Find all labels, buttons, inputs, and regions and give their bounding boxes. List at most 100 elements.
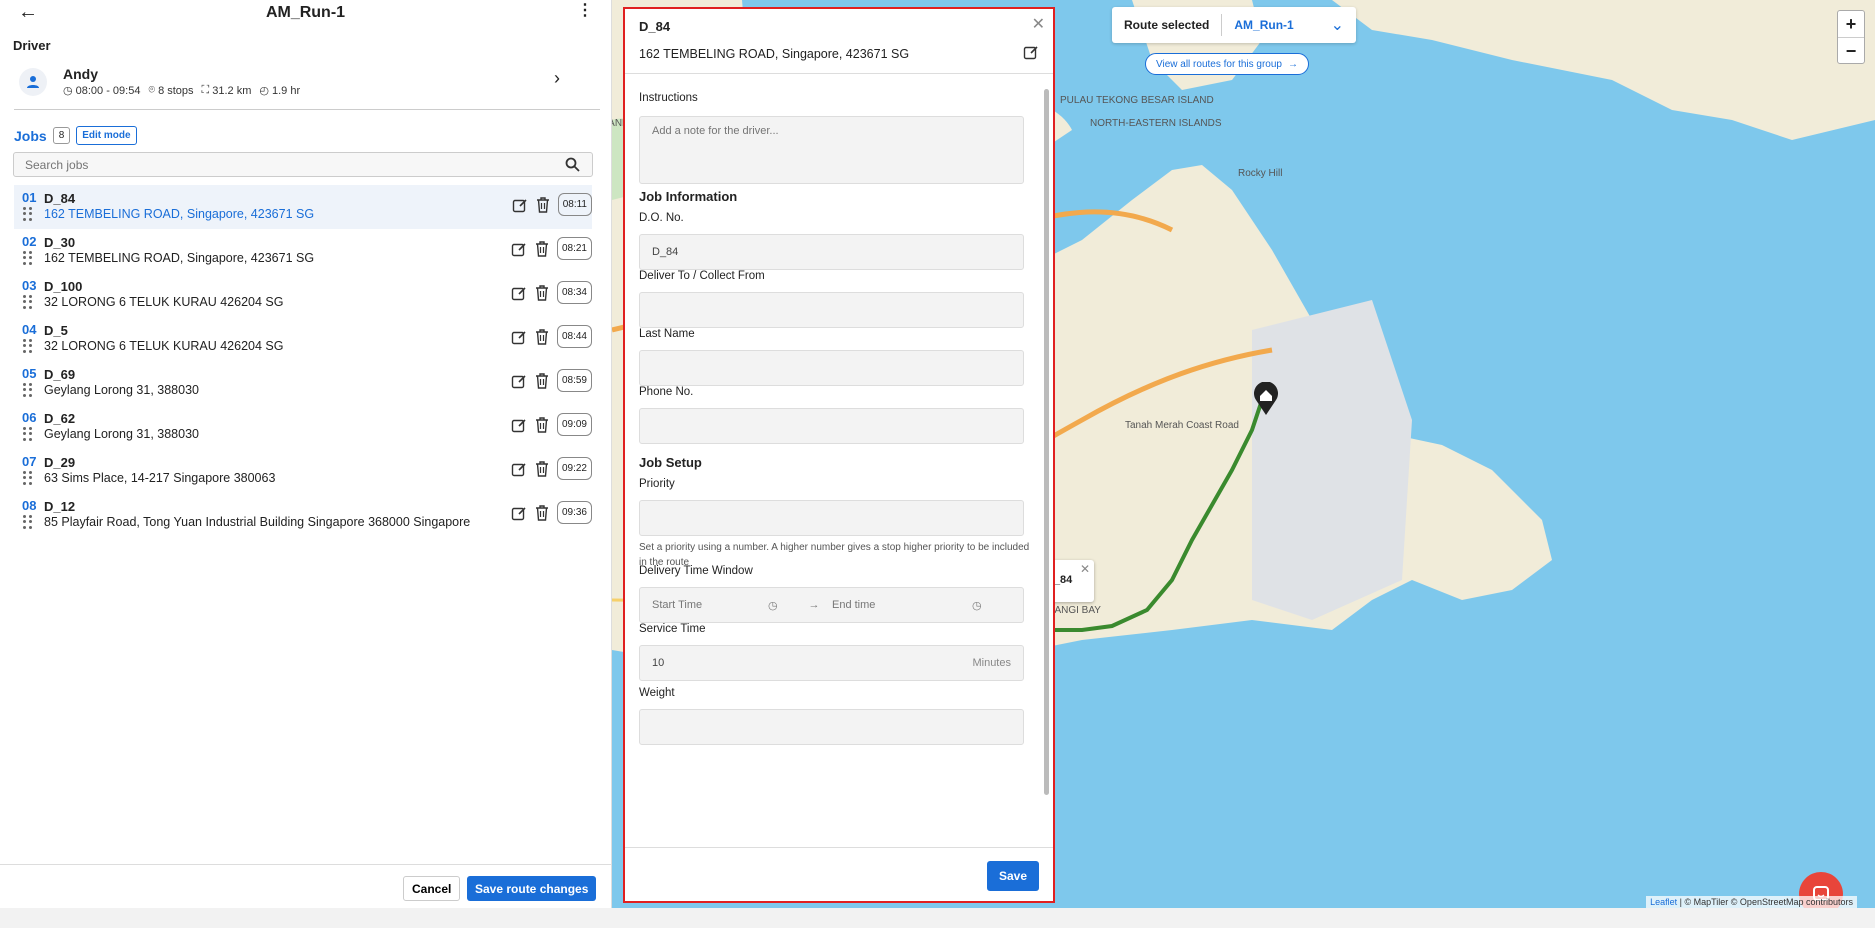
last-name-field[interactable]	[639, 350, 1024, 386]
weight-field[interactable]	[639, 709, 1024, 745]
job-information-heading: Job Information	[639, 189, 738, 204]
drag-handle-icon[interactable]	[23, 383, 33, 397]
instructions-field[interactable]	[639, 116, 1024, 185]
zoom-control: + −	[1837, 10, 1865, 64]
chevron-down-icon[interactable]: ⌄	[1331, 15, 1356, 35]
app-root: ← AM_Run-1 ⋮ Driver Andy ◷ 08:00 - 09:54 …	[0, 0, 1875, 928]
home-marker-icon[interactable]	[1253, 382, 1279, 416]
time-window-field[interactable]: Start Time ◷ → End time ◷	[639, 587, 1024, 623]
job-number: 06	[22, 410, 37, 425]
clock-icon: ◷	[972, 599, 982, 612]
instructions-label: Instructions	[639, 92, 698, 104]
job-row[interactable]: 02 D_30 162 TEMBELING ROAD, Singapore, 423…	[14, 229, 592, 273]
save-button[interactable]: Save	[986, 861, 1039, 891]
job-name: D_84	[44, 191, 76, 206]
service-time-value: 10	[652, 657, 665, 669]
trash-icon[interactable]	[536, 196, 550, 213]
deliver-to-field[interactable]	[639, 292, 1024, 328]
map-label-rocky-hill: Rocky Hill	[1238, 168, 1283, 179]
edit-icon[interactable]	[511, 329, 527, 345]
search-input[interactable]	[14, 153, 554, 176]
drag-handle-icon[interactable]	[23, 295, 33, 309]
job-time: 08:59	[556, 369, 592, 392]
do-number-field[interactable]: D_84	[639, 234, 1024, 270]
job-list: 01 D_84 162 TEMBELING ROAD, Singapore, 423…	[14, 185, 592, 537]
phone-field[interactable]	[639, 408, 1024, 444]
more-menu-icon[interactable]: ⋮	[577, 3, 593, 19]
driver-distance: ⛶ 31.2 km	[202, 84, 252, 97]
zoom-in-button[interactable]: +	[1838, 11, 1864, 37]
drag-handle-icon[interactable]	[23, 515, 33, 529]
job-row[interactable]: 05 D_69 Geylang Lorong 31, 388030 08:59	[14, 361, 592, 405]
cancel-button[interactable]: Cancel	[403, 876, 461, 901]
save-route-changes-button[interactable]: Save route changes	[467, 876, 597, 901]
edit-mode-button[interactable]: Edit mode	[76, 126, 137, 145]
trash-icon[interactable]	[535, 504, 549, 521]
jobs-header: Jobs 8 Edit mode	[14, 126, 137, 145]
trash-icon[interactable]	[535, 460, 549, 477]
edit-icon[interactable]	[512, 197, 528, 213]
job-actions: 08:59	[511, 369, 592, 392]
form-scrollbar[interactable]	[1044, 89, 1049, 795]
job-number: 03	[22, 278, 37, 293]
distance-icon: ⛶	[201, 84, 210, 96]
job-time: 09:09	[556, 413, 592, 436]
edit-icon[interactable]	[511, 461, 527, 477]
route-selector[interactable]: Route selected AM_Run-1 ⌄	[1112, 7, 1356, 43]
priority-field[interactable]	[639, 500, 1024, 536]
job-detail-footer: Save	[625, 847, 1053, 903]
job-detail-address: 162 TEMBELING ROAD, Singapore, 423671 SG	[639, 47, 910, 61]
map-label-pulau-tekong: PULAU TEKONG BESAR ISLAND	[1060, 95, 1214, 106]
edit-icon[interactable]	[511, 285, 527, 301]
job-detail-header: D_84 ✕ 162 TEMBELING ROAD, Singapore, 42…	[625, 9, 1053, 74]
trash-icon[interactable]	[535, 284, 549, 301]
panel-header: ← AM_Run-1 ⋮	[0, 0, 611, 26]
search-icon[interactable]	[565, 157, 580, 177]
close-icon[interactable]: ✕	[1032, 14, 1045, 34]
chevron-right-icon[interactable]: ›	[554, 68, 560, 89]
service-time-field[interactable]: 10 Minutes	[639, 645, 1024, 681]
edit-icon[interactable]	[511, 505, 527, 521]
drag-handle-icon[interactable]	[23, 251, 33, 265]
job-row[interactable]: 01 D_84 162 TEMBELING ROAD, Singapore, 423…	[14, 185, 592, 229]
weight-label: Weight	[639, 687, 675, 699]
job-row[interactable]: 03 D_100 32 LORONG 6 TELUK KURAU 426204 SG…	[14, 273, 592, 317]
leaflet-link[interactable]: Leaflet	[1650, 897, 1677, 907]
trash-icon[interactable]	[535, 240, 549, 257]
trash-icon[interactable]	[535, 372, 549, 389]
popup-close-icon[interactable]: ✕	[1080, 562, 1090, 576]
drag-handle-icon[interactable]	[23, 207, 33, 221]
drag-handle-icon[interactable]	[23, 339, 33, 353]
panel-footer: Cancel Save route changes	[0, 864, 612, 904]
edit-icon[interactable]	[1023, 44, 1039, 65]
drag-handle-icon[interactable]	[23, 471, 33, 485]
edit-icon[interactable]	[511, 373, 527, 389]
driver-avatar-icon	[19, 68, 47, 96]
job-row[interactable]: 04 D_5 32 LORONG 6 TELUK KURAU 426204 SG 08…	[14, 317, 592, 361]
view-all-routes-button[interactable]: View all routes for this group →	[1145, 53, 1309, 75]
end-time-input[interactable]: End time	[832, 599, 972, 611]
trash-icon[interactable]	[535, 328, 549, 345]
start-time-input[interactable]: Start Time	[640, 599, 768, 611]
driver-card[interactable]: Andy ◷ 08:00 - 09:54 ⌾ 8 stops ⛶ 31.2 km ◴ 1…	[14, 60, 600, 110]
deliver-to-label: Deliver To / Collect From	[639, 270, 765, 282]
job-number: 01	[22, 190, 37, 205]
route-selected-value: AM_Run-1	[1234, 18, 1294, 32]
job-detail-form: Instructions Job Information D.O. No. D_…	[625, 75, 1053, 845]
trash-icon[interactable]	[535, 416, 549, 433]
edit-icon[interactable]	[511, 417, 527, 433]
attribution-text: | © MapTiler © OpenStreetMap contributor…	[1677, 897, 1853, 907]
job-address: 32 LORONG 6 TELUK KURAU 426204 SG	[44, 339, 284, 353]
driver-time-value: 08:00 - 09:54	[75, 84, 141, 97]
edit-icon[interactable]	[511, 241, 527, 257]
job-address: 162 TEMBELING ROAD, Singapore, 423671 SG	[44, 207, 315, 221]
drag-handle-icon[interactable]	[23, 427, 33, 441]
job-row[interactable]: 08 D_12 85 Playfair Road, Tong Yuan Indust…	[14, 493, 592, 537]
job-name: D_30	[44, 235, 76, 250]
zoom-out-button[interactable]: −	[1838, 37, 1864, 63]
job-row[interactable]: 06 D_62 Geylang Lorong 31, 388030 09:09	[14, 405, 592, 449]
instructions-input[interactable]	[652, 125, 1011, 185]
job-name: D_12	[44, 499, 76, 514]
job-actions: 08:21	[511, 237, 592, 260]
job-row[interactable]: 07 D_29 63 Sims Place, 14-217 Singapore 38…	[14, 449, 592, 493]
